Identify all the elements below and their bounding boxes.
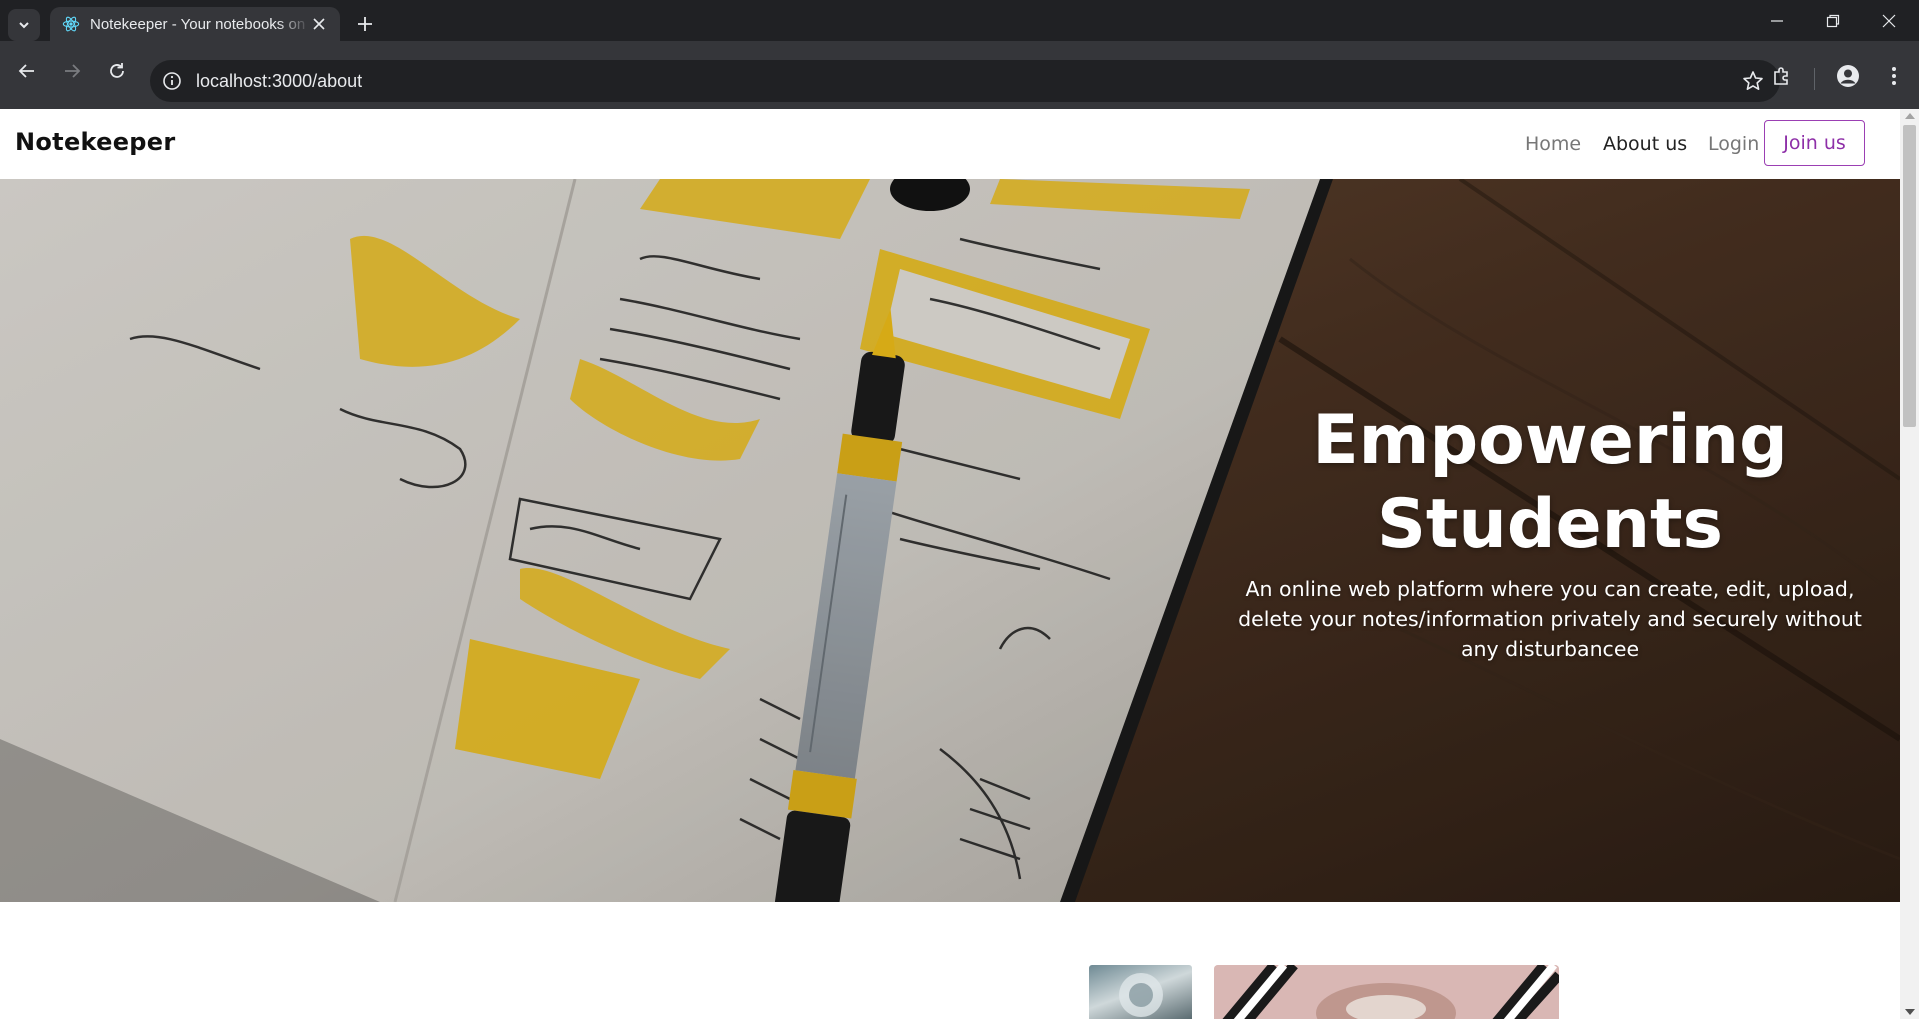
arrow-right-icon [65, 64, 81, 78]
page-viewport: Notekeeper Home About us Login Join us E… [0, 109, 1900, 1019]
about-image-large [1214, 965, 1559, 1019]
bookmark-star-icon[interactable] [1742, 70, 1764, 92]
hero-title: Empowering Students [1240, 399, 1860, 567]
nav-link-login[interactable]: Login [1708, 133, 1759, 155]
close-window-button[interactable] [1862, 0, 1916, 41]
minimize-button[interactable] [1750, 0, 1804, 41]
react-logo-icon [62, 16, 80, 32]
tab-title: Notekeeper - Your notebooks on cloud [90, 15, 310, 33]
hero-subtitle: An online web platform where you can cre… [1238, 577, 1862, 661]
page-scrollbar[interactable] [1900, 109, 1919, 1019]
forward-button[interactable] [56, 55, 88, 87]
about-image-large-graphic [1214, 965, 1559, 1019]
url-text[interactable]: localhost:3000/about [196, 71, 362, 92]
more-vertical-icon [1892, 67, 1896, 85]
arrow-left-icon [18, 64, 34, 78]
reload-button[interactable] [101, 55, 133, 87]
about-image-small [1089, 965, 1192, 1019]
site-info-icon[interactable] [162, 71, 182, 91]
hero-banner: Empowering Students An online web platfo… [0, 179, 1900, 902]
nav-link-about[interactable]: About us [1603, 133, 1687, 155]
close-icon [1882, 14, 1896, 27]
join-us-button[interactable]: Join us [1764, 120, 1865, 166]
new-tab-button[interactable] [352, 11, 378, 37]
browser-tabstrip: Notekeeper - Your notebooks on cloud [0, 0, 1919, 41]
toolbar-divider [1814, 68, 1815, 90]
profile-button[interactable] [1832, 60, 1864, 92]
about-image-small-graphic [1119, 973, 1163, 1017]
puzzle-icon [1774, 67, 1788, 85]
hero-title-line2: Students [1376, 485, 1724, 564]
reload-icon [110, 63, 124, 78]
about-section [0, 902, 1900, 1019]
plus-icon [358, 17, 372, 31]
restore-button[interactable] [1806, 0, 1860, 41]
browser-toolbar: localhost:3000/about [0, 41, 1919, 109]
close-icon [313, 18, 325, 30]
scroll-up-arrow-icon[interactable] [1905, 113, 1915, 119]
tab-search-button[interactable] [8, 9, 40, 41]
tab-close-button[interactable] [310, 15, 328, 33]
chevron-down-icon [19, 22, 29, 29]
brand-logo[interactable]: Notekeeper [15, 128, 176, 156]
minimize-icon [1771, 19, 1783, 22]
scroll-down-arrow-icon[interactable] [1905, 1009, 1915, 1015]
browser-menu-button[interactable] [1878, 60, 1910, 92]
restore-icon [1826, 14, 1840, 27]
site-navbar: Notekeeper Home About us Login Join us [0, 109, 1900, 179]
profile-avatar-icon [1837, 65, 1859, 87]
browser-tab[interactable]: Notekeeper - Your notebooks on cloud [50, 7, 340, 41]
extensions-button[interactable] [1766, 60, 1798, 92]
hero-title-line1: Empowering [1312, 401, 1788, 480]
back-button[interactable] [11, 55, 43, 87]
nav-link-home[interactable]: Home [1525, 133, 1581, 155]
scrollbar-thumb[interactable] [1903, 125, 1916, 427]
address-bar[interactable]: localhost:3000/about [150, 60, 1780, 102]
